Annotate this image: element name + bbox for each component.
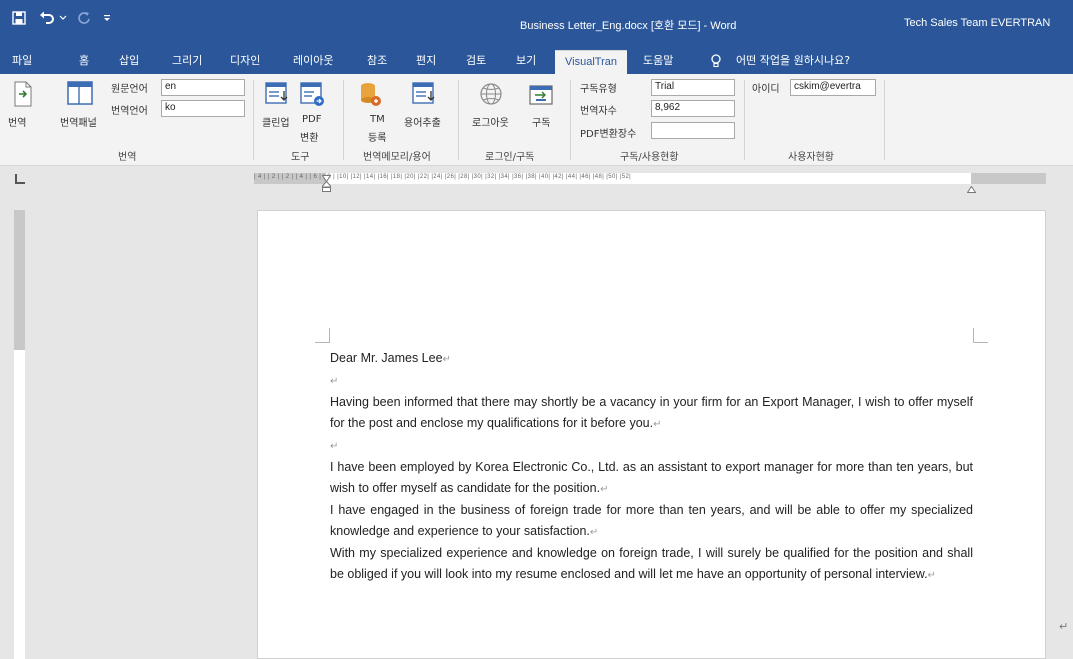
body-paragraph[interactable]: I have been employed by Korea Electronic… bbox=[330, 457, 973, 500]
logout-icon[interactable] bbox=[477, 80, 507, 108]
logout-button[interactable]: 로그아웃 bbox=[472, 114, 509, 129]
cleanup-icon[interactable] bbox=[263, 80, 291, 108]
tab-draw[interactable]: 그리기 bbox=[166, 50, 208, 74]
ribbon-separator bbox=[744, 80, 745, 160]
pdf-convert-button-line2[interactable]: 변환 bbox=[300, 129, 318, 144]
source-lang-label: 원문언어 bbox=[111, 84, 148, 95]
group-label-subscription: 구독/사용현황 bbox=[620, 152, 679, 163]
target-lang-input[interactable]: ko bbox=[161, 100, 245, 117]
tell-me-search[interactable]: 어떤 작업을 원하시나요? bbox=[730, 50, 856, 74]
redo-icon[interactable] bbox=[75, 9, 93, 27]
customize-qat-icon[interactable] bbox=[98, 9, 116, 27]
tab-layout[interactable]: 레이아웃 bbox=[287, 50, 339, 74]
paragraph-mark: ↵ bbox=[600, 484, 609, 495]
ribbon-separator bbox=[458, 80, 459, 160]
paragraph-mark: ↵ bbox=[1059, 620, 1069, 633]
group-label-login: 로그인/구독 bbox=[485, 152, 535, 163]
group-label-tools: 도구 bbox=[291, 152, 310, 163]
body-paragraph[interactable]: With my specialized experience and knowl… bbox=[330, 543, 973, 586]
term-extract-icon[interactable] bbox=[410, 80, 438, 108]
ribbon-separator bbox=[343, 80, 344, 160]
group-label-user: 사용자현황 bbox=[788, 152, 834, 163]
pdf-pages-field[interactable] bbox=[651, 122, 735, 139]
subscription-type-label: 구독유형 bbox=[580, 84, 617, 95]
salutation-paragraph[interactable]: Dear Mr. James Lee↵ bbox=[330, 348, 973, 370]
tab-view[interactable]: 보기 bbox=[510, 50, 542, 74]
margin-corner-mark bbox=[315, 328, 330, 343]
term-extract-button[interactable]: 용어추출 bbox=[404, 114, 441, 129]
subscribe-button[interactable]: 구독 bbox=[532, 114, 550, 129]
undo-icon[interactable] bbox=[38, 9, 56, 27]
tm-register-icon[interactable] bbox=[357, 80, 383, 108]
document-page[interactable]: Dear Mr. James Lee↵ ↵ Having been inform… bbox=[257, 210, 1046, 659]
tab-help[interactable]: 도움말 bbox=[637, 50, 679, 74]
subscription-type-field[interactable]: Trial bbox=[651, 79, 735, 96]
ribbon-separator bbox=[570, 80, 571, 160]
vertical-ruler[interactable] bbox=[14, 210, 25, 659]
empty-paragraph[interactable]: ↵ bbox=[330, 435, 973, 457]
paragraph-mark: ↵ bbox=[442, 354, 451, 365]
ruler-numbers: | 4 | | 2 | | 2 | | 4 | | 6 | | 8 | |10|… bbox=[254, 174, 632, 180]
translated-chars-label: 번역자수 bbox=[580, 106, 617, 117]
translate-panel-button[interactable]: 번역패널 bbox=[60, 114, 97, 129]
cleanup-button[interactable]: 클린업 bbox=[262, 114, 290, 129]
ribbon-separator bbox=[884, 80, 885, 160]
body-paragraph[interactable]: Having been informed that there may shor… bbox=[330, 392, 973, 435]
translated-chars-field[interactable]: 8,962 bbox=[651, 100, 735, 117]
paragraph-mark: ↵ bbox=[330, 376, 339, 387]
tab-visualtran[interactable]: VisualTran bbox=[555, 50, 627, 74]
ribbon-tabs: 파일 홈 삽입 그리기 디자인 레이아웃 참조 편지 검토 보기 VisualT… bbox=[0, 46, 1073, 74]
user-id-label: 아이디 bbox=[752, 84, 780, 95]
source-lang-input[interactable]: en bbox=[161, 79, 245, 96]
ribbon-separator bbox=[253, 80, 254, 160]
vertical-ruler-top-margin bbox=[14, 210, 25, 350]
paragraph-mark: ↵ bbox=[589, 527, 599, 538]
lightbulb-icon[interactable] bbox=[704, 50, 728, 74]
paragraph-mark: ↵ bbox=[653, 419, 662, 430]
tab-review[interactable]: 검토 bbox=[460, 50, 492, 74]
pdf-pages-label: PDF변환장수 bbox=[580, 129, 637, 140]
save-icon[interactable] bbox=[10, 9, 28, 27]
group-label-translate: 번역 bbox=[118, 152, 137, 163]
tab-file[interactable]: 파일 bbox=[6, 50, 38, 74]
ruler-right-margin bbox=[971, 173, 1046, 184]
word-window: Business Letter_Eng.docx [호환 모드] - Word … bbox=[0, 0, 1073, 659]
document-title: Business Letter_Eng.docx [호환 모드] - Word bbox=[520, 20, 737, 32]
title-bar: Business Letter_Eng.docx [호환 모드] - Word … bbox=[0, 0, 1073, 46]
tab-home[interactable]: 홈 bbox=[73, 50, 95, 74]
tab-mailings[interactable]: 편지 bbox=[410, 50, 442, 74]
account-name[interactable]: Tech Sales Team EVERTRAN bbox=[904, 17, 1050, 29]
tab-stop-selector[interactable] bbox=[15, 174, 25, 184]
translate-icon[interactable] bbox=[10, 80, 36, 108]
empty-paragraph[interactable]: ↵ bbox=[330, 370, 973, 392]
pdf-convert-icon[interactable] bbox=[298, 80, 326, 108]
subscribe-icon[interactable] bbox=[527, 80, 555, 108]
tm-register-button-line2[interactable]: 등록 bbox=[368, 129, 386, 144]
tab-references[interactable]: 참조 bbox=[361, 50, 393, 74]
margin-corner-mark bbox=[973, 328, 988, 343]
paragraph-mark: ↵ bbox=[330, 441, 339, 452]
paragraph-mark: ↵ bbox=[927, 570, 936, 581]
group-label-tm: 번역메모리/용어 bbox=[363, 152, 431, 163]
translate-panel-icon[interactable] bbox=[66, 80, 94, 106]
tm-register-button-line1[interactable]: TM bbox=[370, 114, 385, 125]
document-body[interactable]: Dear Mr. James Lee↵ ↵ Having been inform… bbox=[330, 348, 973, 586]
target-lang-label: 번역언어 bbox=[111, 106, 148, 117]
horizontal-ruler[interactable]: | 4 | | 2 | | 2 | | 4 | | 6 | | 8 | |10|… bbox=[254, 173, 1046, 193]
tab-insert[interactable]: 삽입 bbox=[113, 50, 145, 74]
pdf-convert-button-line1[interactable]: PDF bbox=[302, 114, 321, 125]
body-paragraph[interactable]: I have engaged in the business of foreig… bbox=[330, 500, 973, 543]
user-id-field[interactable]: cskim@evertra bbox=[790, 79, 876, 96]
ribbon-visualtran: 번역 번역패널 원문언어 en 번역언어 ko 번역 클린업 PDF 변환 도구… bbox=[0, 74, 1073, 166]
tab-design[interactable]: 디자인 bbox=[224, 50, 266, 74]
undo-dropdown-icon[interactable] bbox=[57, 9, 69, 27]
right-indent-marker[interactable] bbox=[966, 178, 977, 197]
translate-button[interactable]: 번역 bbox=[8, 114, 26, 129]
hanging-indent-marker[interactable] bbox=[322, 178, 331, 197]
